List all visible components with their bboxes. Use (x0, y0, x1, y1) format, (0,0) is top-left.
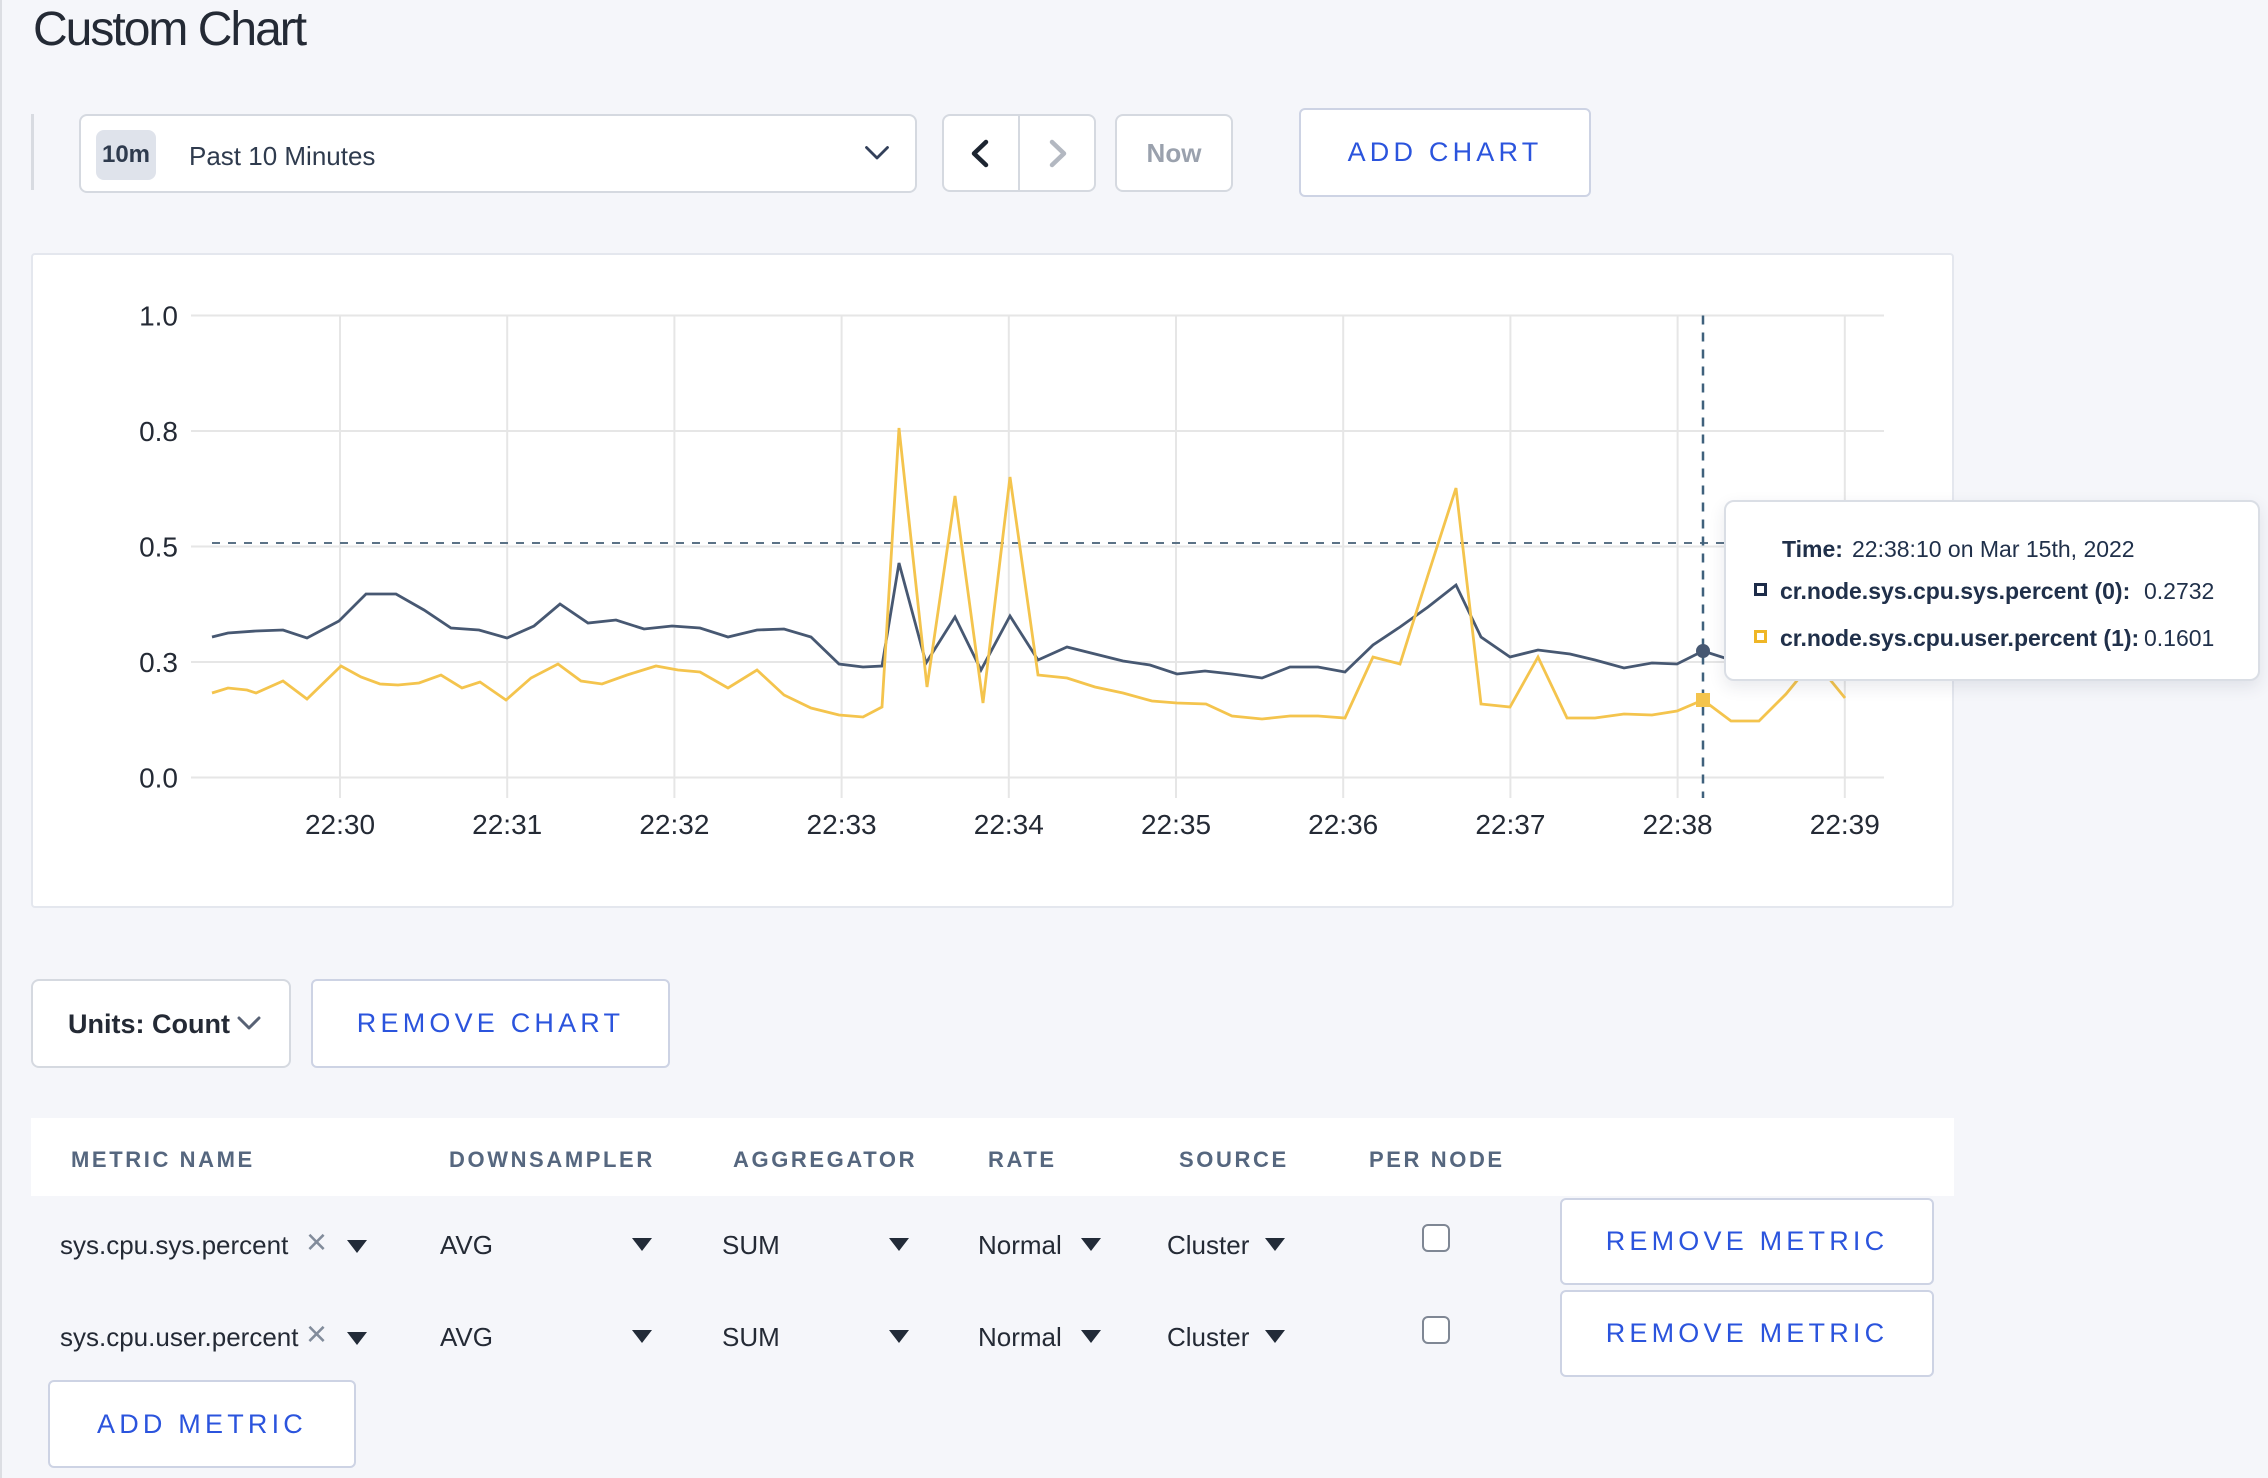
svg-text:0.8: 0.8 (139, 416, 178, 447)
svg-text:22:39: 22:39 (1810, 809, 1880, 840)
svg-text:22:38: 22:38 (1643, 809, 1713, 840)
svg-text:0.5: 0.5 (139, 532, 178, 563)
svg-text:22:35: 22:35 (1141, 809, 1211, 840)
svg-text:1.0: 1.0 (139, 301, 178, 332)
svg-text:0.0: 0.0 (139, 763, 178, 794)
svg-text:22:30: 22:30 (305, 809, 375, 840)
svg-text:22:33: 22:33 (807, 809, 877, 840)
svg-text:22:34: 22:34 (974, 809, 1044, 840)
svg-text:22:36: 22:36 (1308, 809, 1378, 840)
svg-text:22:32: 22:32 (639, 809, 709, 840)
svg-text:0.3: 0.3 (139, 647, 178, 678)
svg-text:22:31: 22:31 (472, 809, 542, 840)
svg-text:22:37: 22:37 (1475, 809, 1545, 840)
